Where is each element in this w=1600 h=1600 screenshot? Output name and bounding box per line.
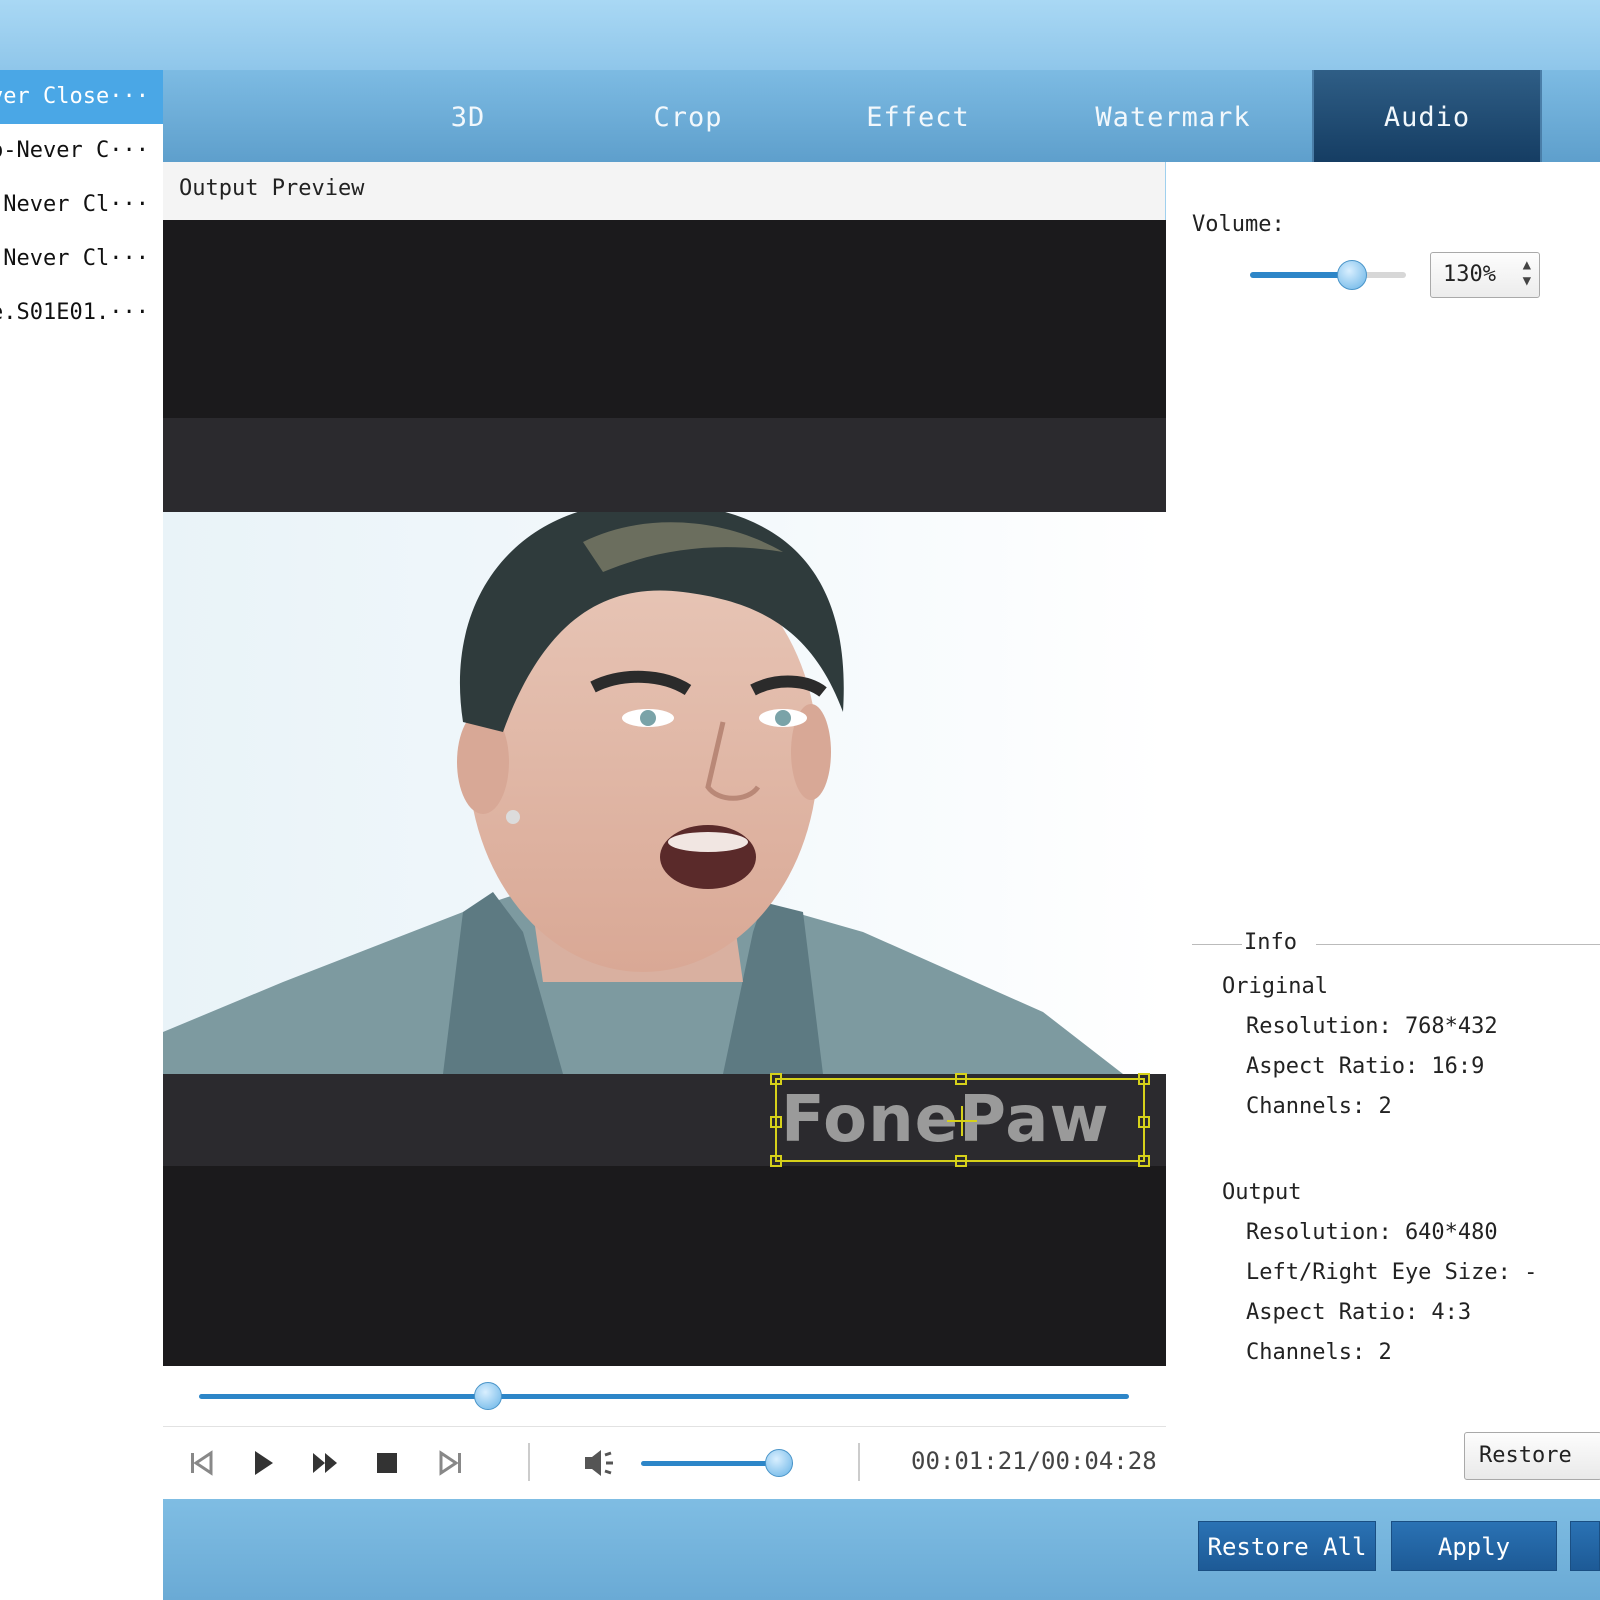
bottom-bar: Restore All Apply	[163, 1499, 1600, 1600]
spin-arrows-icon[interactable]: ▲ ▼	[1523, 257, 1531, 289]
audio-volume-track[interactable]	[1250, 272, 1406, 278]
resize-handle[interactable]	[1138, 1155, 1150, 1167]
resize-handle[interactable]	[770, 1155, 782, 1167]
resize-handle[interactable]	[1138, 1073, 1150, 1085]
resize-handle[interactable]	[955, 1073, 967, 1085]
output-aspect-ratio: Aspect Ratio: 4:3	[1246, 1300, 1472, 1325]
info-divider	[1316, 944, 1600, 945]
file-list-item[interactable]: ip-Never C···	[0, 124, 163, 178]
divider	[528, 1443, 530, 1481]
move-crosshair-icon	[961, 1106, 963, 1136]
watermark-overlay[interactable]: FonePaw	[770, 1073, 1150, 1167]
cancel-button[interactable]	[1570, 1521, 1600, 1571]
title-bar	[0, 0, 1600, 70]
time-display: 00:01:21/00:04:28	[911, 1447, 1157, 1475]
original-heading: Original	[1222, 974, 1328, 999]
play-icon[interactable]	[245, 1445, 281, 1481]
fast-forward-icon[interactable]	[307, 1445, 343, 1481]
seek-bar-area	[163, 1366, 1166, 1427]
info-divider	[1192, 944, 1242, 945]
tab-effect[interactable]: Effect	[838, 70, 998, 162]
watermark-text: FonePaw	[781, 1083, 1110, 1157]
resize-handle[interactable]	[770, 1073, 782, 1085]
tab-crop[interactable]: Crop	[608, 70, 768, 162]
playback-controls: 00:01:21/00:04:28	[163, 1427, 1166, 1499]
letterbox-band	[163, 418, 1166, 512]
audio-volume-fill	[1250, 272, 1352, 278]
apply-button[interactable]: Apply	[1391, 1521, 1557, 1571]
restore-all-button[interactable]: Restore All	[1198, 1521, 1376, 1571]
skip-to-end-icon[interactable]	[433, 1445, 469, 1481]
audio-volume-thumb[interactable]	[1337, 260, 1368, 290]
file-list-item[interactable]: ver Close···	[0, 70, 163, 124]
settings-panel: Volume: 130% ▲ ▼ Info Original Resolution…	[1166, 162, 1600, 1499]
original-aspect-ratio: Aspect Ratio: 16:9	[1246, 1054, 1485, 1079]
divider	[858, 1443, 860, 1481]
output-heading: Output	[1222, 1180, 1302, 1205]
seek-track[interactable]	[199, 1394, 1129, 1399]
skip-to-start-icon[interactable]	[183, 1445, 219, 1481]
edit-tab-bar: 3D Crop Effect Watermark Audio	[163, 70, 1600, 162]
tab-3d[interactable]: 3D	[388, 70, 548, 162]
volume-value: 130%	[1443, 262, 1496, 287]
resize-handle[interactable]	[1138, 1116, 1150, 1128]
original-resolution: Resolution: 768*432	[1246, 1014, 1498, 1039]
seek-slider-thumb[interactable]	[474, 1382, 503, 1410]
file-list-item[interactable]: Never Cl···	[0, 232, 163, 286]
tab-watermark[interactable]: Watermark	[1073, 70, 1273, 162]
video-frame	[163, 512, 1166, 1074]
stop-icon[interactable]	[369, 1445, 405, 1481]
preview-header: Output Preview	[163, 162, 1165, 221]
file-list: ver Close··· ip-Never C··· Never Cl··· N…	[0, 70, 164, 1600]
person-video-image	[163, 512, 1123, 1074]
resize-handle[interactable]	[955, 1155, 967, 1167]
resize-handle[interactable]	[770, 1116, 782, 1128]
info-title: Info	[1244, 930, 1297, 955]
volume-label: Volume:	[1192, 212, 1285, 237]
original-channels: Channels: 2	[1246, 1094, 1392, 1119]
speaker-icon[interactable]	[581, 1445, 617, 1481]
preview-title: Output Preview	[179, 176, 365, 201]
output-eye-size: Left/Right Eye Size: -	[1246, 1260, 1538, 1285]
video-preview: FonePaw	[163, 220, 1166, 1366]
output-channels: Channels: 2	[1246, 1340, 1392, 1365]
file-list-item[interactable]: ee.S01E01.···	[0, 286, 163, 340]
volume-slider-thumb[interactable]	[764, 1449, 793, 1477]
output-resolution: Resolution: 640*480	[1246, 1220, 1498, 1245]
restore-button[interactable]: Restore	[1464, 1432, 1600, 1480]
tab-audio[interactable]: Audio	[1312, 70, 1542, 162]
volume-spinbox[interactable]: 130% ▲ ▼	[1430, 252, 1540, 298]
file-list-item[interactable]: Never Cl···	[0, 178, 163, 232]
